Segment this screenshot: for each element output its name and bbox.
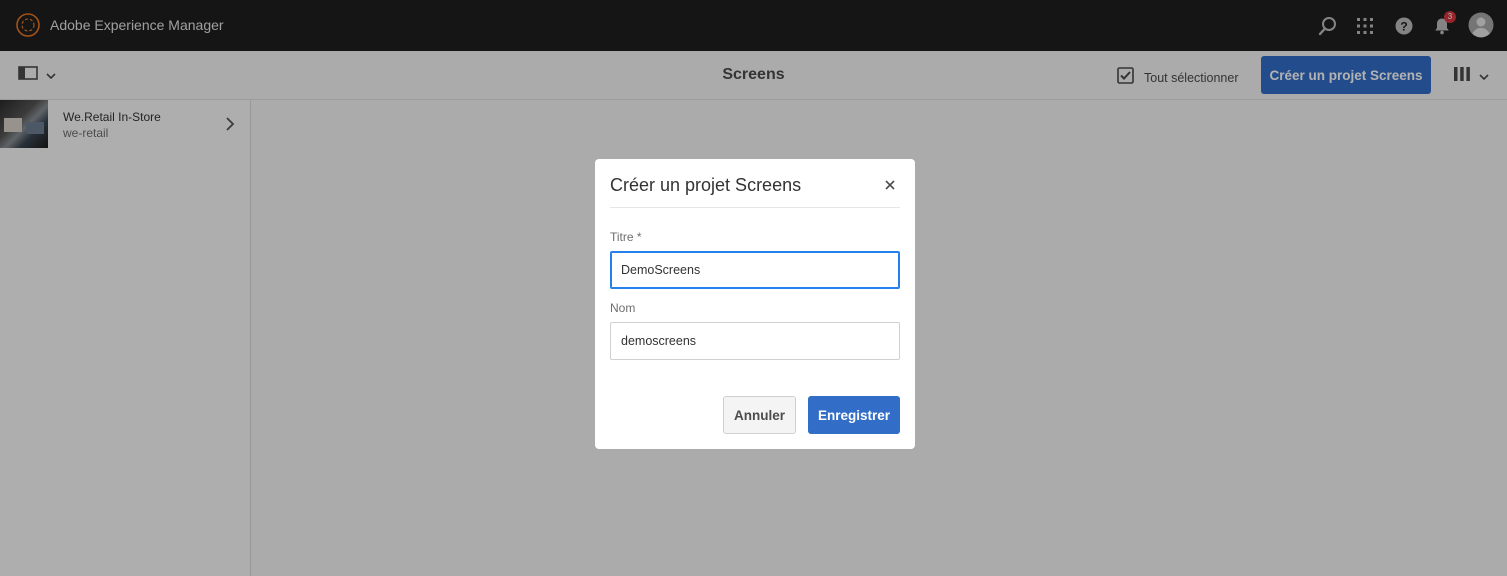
dialog-title: Créer un projet Screens [610, 175, 802, 195]
dialog-divider [610, 207, 900, 208]
name-field-label: Nom [610, 301, 636, 315]
cancel-button[interactable]: Annuler [723, 396, 796, 434]
title-input[interactable] [610, 251, 900, 289]
close-icon[interactable] [881, 176, 899, 194]
name-input[interactable] [610, 322, 900, 360]
create-project-dialog: Créer un projet Screens Titre * Nom Annu… [595, 159, 915, 449]
save-button[interactable]: Enregistrer [808, 396, 900, 434]
title-field-label: Titre * [610, 230, 642, 244]
